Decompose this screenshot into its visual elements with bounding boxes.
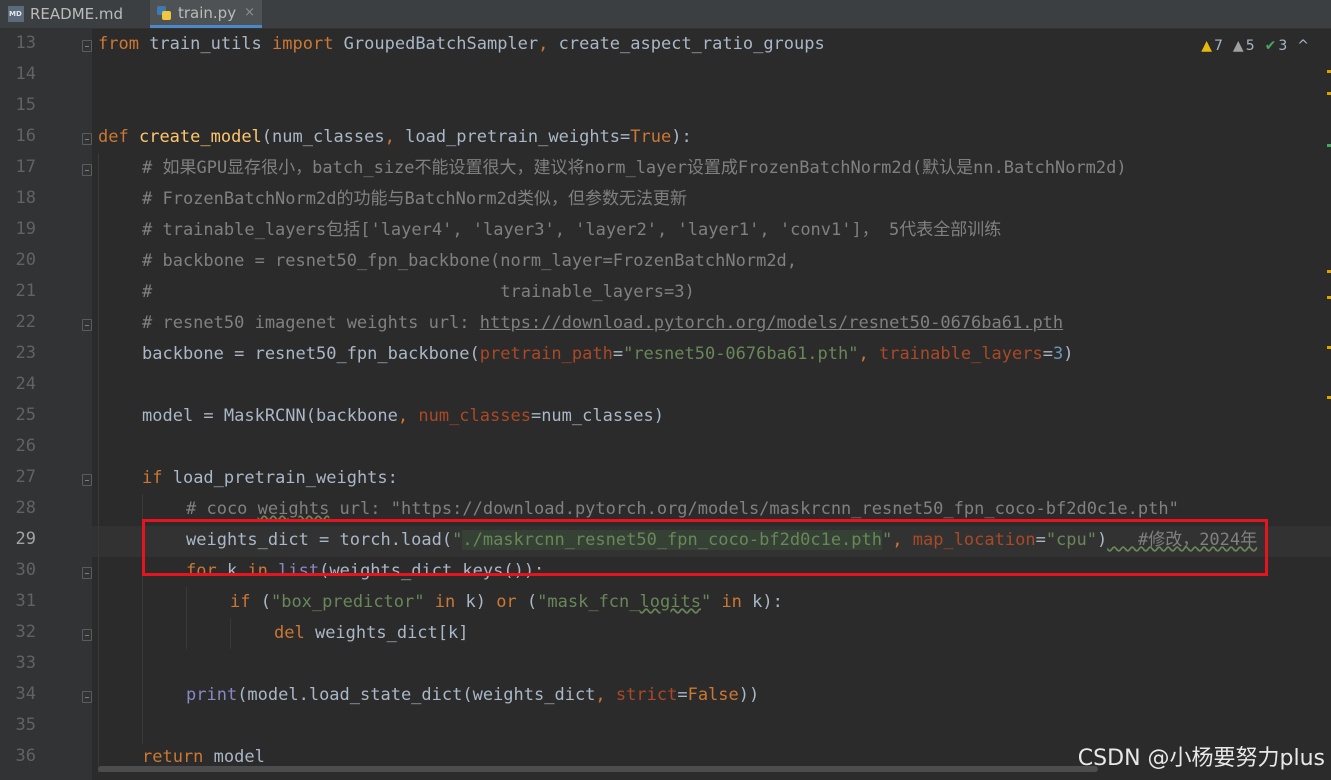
inspection-widget[interactable]: ▲ 7 ▲ 5 ✔ 3 ^ <box>1201 38 1309 54</box>
line-number: 16 <box>15 126 36 146</box>
fold-marker-icon[interactable] <box>82 319 92 331</box>
fold-marker-icon[interactable] <box>82 567 92 579</box>
line-number: 28 <box>15 498 36 518</box>
scrollbar-warning-marker[interactable] <box>1327 92 1331 95</box>
tab-readme-label: README.md <box>30 5 124 23</box>
line-number: 34 <box>15 684 36 704</box>
previous-highlight-icon[interactable]: ^ <box>1297 38 1309 54</box>
line-number: 33 <box>15 653 36 673</box>
code-line-22: # resnet50 imagenet weights url: https:/… <box>142 313 1064 333</box>
python-file-icon <box>156 5 172 21</box>
tab-train-py-label: train.py <box>178 3 237 22</box>
line-number: 31 <box>15 591 36 611</box>
fold-marker-icon[interactable] <box>82 629 92 641</box>
scrollbar-typo-marker[interactable] <box>1327 144 1331 147</box>
code-line-31: if ("box_predictor" in k) or ("mask_fcn_… <box>230 592 783 612</box>
fold-marker-icon[interactable] <box>82 164 92 176</box>
comment-url-link[interactable]: https://download.pytorch.org/models/resn… <box>480 313 1063 333</box>
weak-warnings-count[interactable]: ▲ 5 <box>1233 38 1255 54</box>
code-line-21: # trainable_layers=3) <box>142 282 695 302</box>
code-line-34: print(model.load_state_dict(weights_dict… <box>186 685 760 705</box>
line-number: 22 <box>15 312 36 332</box>
warning-icon: ▲ <box>1201 38 1212 54</box>
line-number: 14 <box>15 64 36 84</box>
warnings-count[interactable]: ▲ 7 <box>1201 38 1223 54</box>
code-line-23: backbone = resnet50_fpn_backbone(pretrai… <box>142 344 1074 364</box>
line-number: 18 <box>15 188 36 208</box>
scrollbar-warning-marker[interactable] <box>1327 396 1331 399</box>
line-number: 21 <box>15 281 36 301</box>
line-number: 24 <box>15 374 36 394</box>
line-number: 13 <box>15 33 36 53</box>
line-number: 35 <box>15 715 36 735</box>
fold-marker-icon[interactable] <box>82 40 92 52</box>
line-number-gutter[interactable]: 13 14 15 16 17 18 19 20 21 22 23 24 25 2… <box>0 29 92 780</box>
line-number: 17 <box>15 157 36 177</box>
editor-tab-bar: README.md train.py × <box>0 0 1331 29</box>
code-line-19: # trainable_layers包括['layer4', 'layer3',… <box>142 220 1002 240</box>
scrollbar-warning-marker[interactable] <box>1327 270 1331 273</box>
csdn-watermark: CSDN @小杨要努力plus <box>1077 746 1325 771</box>
line-number: 20 <box>15 250 36 270</box>
line-number-current: 29 <box>15 529 36 549</box>
fold-marker-icon[interactable] <box>82 691 92 703</box>
line-number: 23 <box>15 343 36 363</box>
code-line-27: if load_pretrain_weights: <box>142 468 398 488</box>
scrollbar-warning-marker[interactable] <box>1327 346 1331 349</box>
scrollbar-warning-marker[interactable] <box>1327 70 1331 73</box>
line-number: 15 <box>15 95 36 115</box>
line-number: 26 <box>15 436 36 456</box>
indent-guide <box>230 618 231 649</box>
code-line-16: def create_model(num_classes, load_pretr… <box>98 127 692 147</box>
typos-count[interactable]: ✔ 3 <box>1265 38 1288 54</box>
code-line-25: model = MaskRCNN(backbone, num_classes=n… <box>142 406 665 426</box>
code-line-18: # FrozenBatchNorm2d的功能与BatchNorm2d类似，但参数… <box>142 189 688 209</box>
typo-check-icon: ✔ <box>1264 38 1277 54</box>
markdown-file-icon <box>8 6 24 22</box>
scrollbar-warning-marker[interactable] <box>1327 296 1331 299</box>
line-number: 32 <box>15 622 36 642</box>
close-tab-icon[interactable]: × <box>244 5 255 20</box>
line-number: 36 <box>15 746 36 766</box>
code-editor[interactable]: from train_utils import GroupedBatchSamp… <box>92 29 1331 780</box>
fold-marker-icon[interactable] <box>82 133 92 145</box>
fold-marker-icon[interactable] <box>82 474 92 486</box>
code-line-13: from train_utils import GroupedBatchSamp… <box>98 34 825 54</box>
weak-warning-icon: ▲ <box>1232 38 1244 54</box>
code-line-17: # 如果GPU显存很小，batch_size不能设置很大，建议将norm_lay… <box>142 158 1127 178</box>
indent-guide <box>186 587 187 649</box>
line-number: 27 <box>15 467 36 487</box>
line-number: 19 <box>15 219 36 239</box>
code-line-20: # backbone = resnet50_fpn_backbone(norm_… <box>142 251 798 271</box>
indent-guide <box>98 153 99 773</box>
tab-readme[interactable]: README.md <box>8 0 146 28</box>
line-number: 30 <box>15 560 36 580</box>
tab-train-py[interactable]: train.py × <box>150 0 262 28</box>
horizontal-scrollbar[interactable] <box>98 766 1098 772</box>
annotation-highlight-box <box>142 519 1268 576</box>
code-line-32: del weights_dict[k] <box>274 623 469 643</box>
line-number: 25 <box>15 405 36 425</box>
